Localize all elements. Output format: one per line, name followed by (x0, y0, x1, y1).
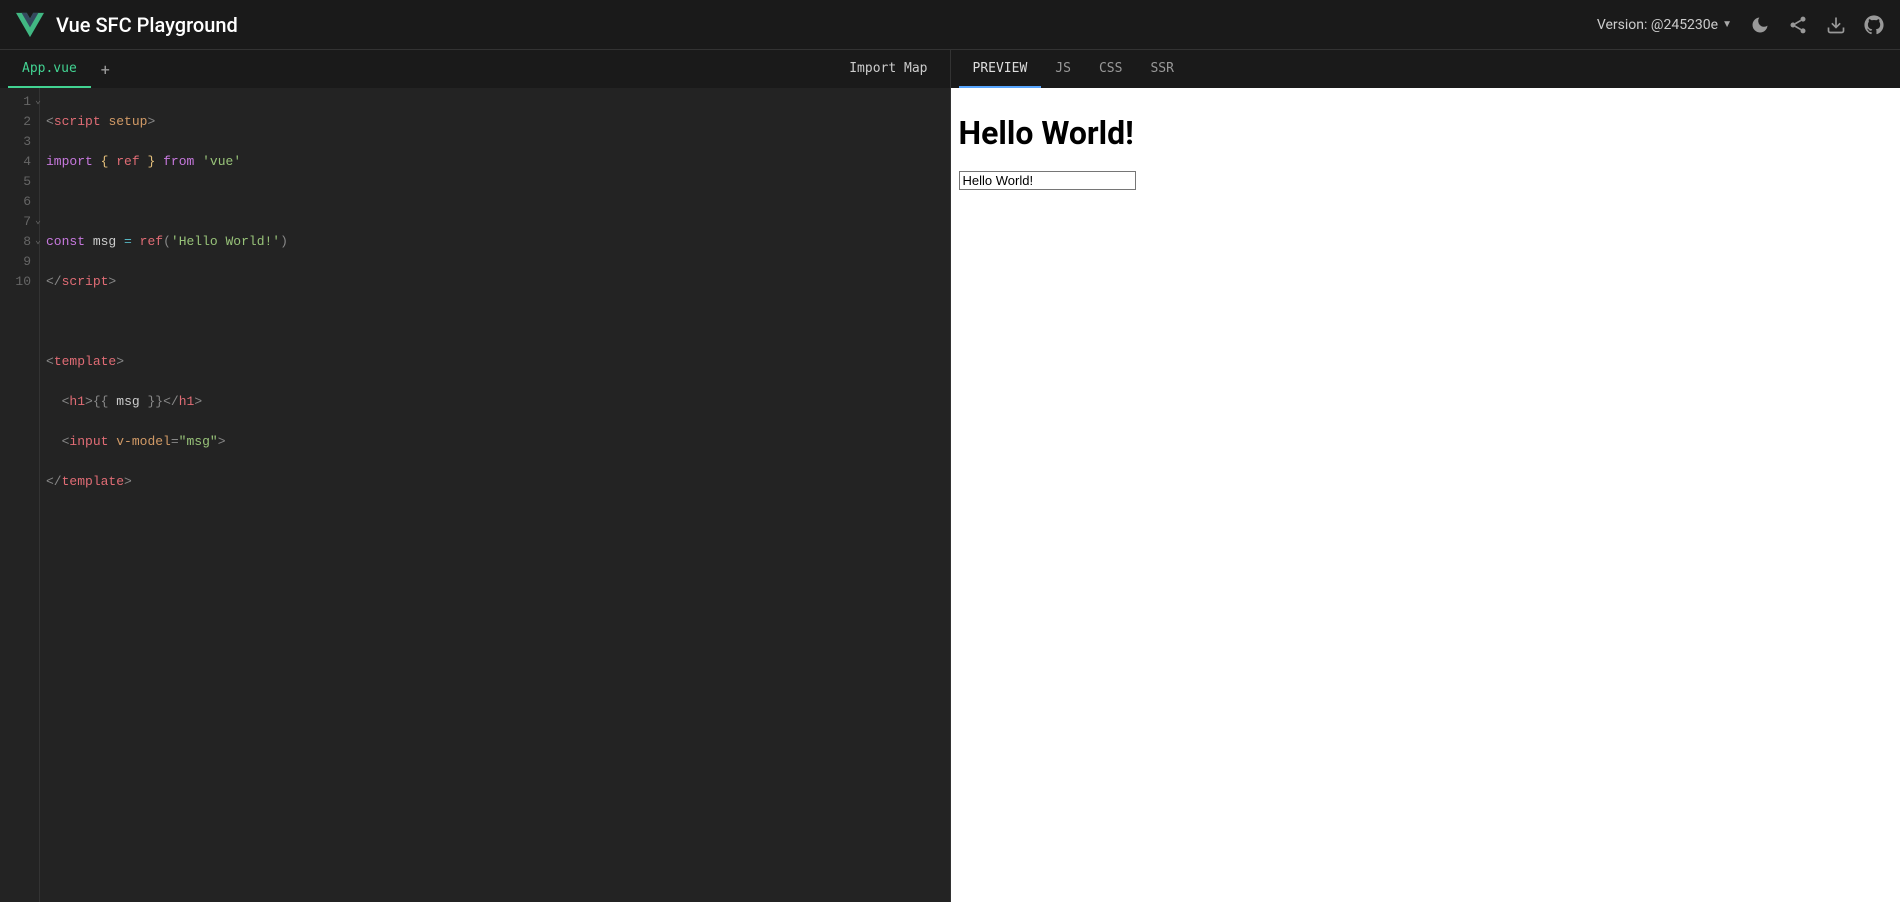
tab-preview[interactable]: PREVIEW (959, 50, 1042, 88)
version-selector[interactable]: Version: @245230e ▼ (1597, 17, 1732, 33)
editor-pane: App.vue + Import Map 1 2 3 4 5 6 7 8 9 1… (0, 50, 951, 902)
line-number: 1 (0, 92, 31, 112)
header-actions: Version: @245230e ▼ (1597, 15, 1884, 35)
github-icon[interactable] (1864, 15, 1884, 35)
add-file-button[interactable]: + (91, 50, 120, 88)
plus-icon: + (101, 60, 110, 79)
output-pane: PREVIEW JS CSS SSR Hello World! (951, 50, 1900, 902)
line-number: 7 (0, 212, 31, 232)
line-number: 6 (0, 192, 31, 212)
tab-app-vue[interactable]: App.vue (8, 50, 91, 88)
download-icon[interactable] (1826, 15, 1846, 35)
line-number: 9 (0, 252, 31, 272)
tab-import-map[interactable]: Import Map (835, 50, 941, 88)
preview-msg-input[interactable] (959, 171, 1136, 190)
line-number: 3 (0, 132, 31, 152)
app-header: Vue SFC Playground Version: @245230e ▼ (0, 0, 1900, 50)
main-split: App.vue + Import Map 1 2 3 4 5 6 7 8 9 1… (0, 50, 1900, 902)
vue-logo-icon (16, 11, 44, 39)
preview-heading: Hello World! (959, 114, 1893, 152)
line-number: 4 (0, 152, 31, 172)
line-number: 2 (0, 112, 31, 132)
line-number: 10 (0, 272, 31, 292)
tab-js[interactable]: JS (1041, 50, 1085, 88)
code-editor[interactable]: 1 2 3 4 5 6 7 8 9 10 <script setup> impo… (0, 88, 950, 902)
output-tabs: PREVIEW JS CSS SSR (951, 50, 1900, 88)
line-number: 8 (0, 232, 31, 252)
tab-ssr[interactable]: SSR (1136, 50, 1187, 88)
line-gutter: 1 2 3 4 5 6 7 8 9 10 (0, 88, 40, 902)
app-title: Vue SFC Playground (56, 13, 1597, 37)
tab-css[interactable]: CSS (1085, 50, 1136, 88)
version-label: Version: @245230e (1597, 17, 1718, 33)
chevron-down-icon: ▼ (1722, 19, 1732, 30)
preview-frame: Hello World! (951, 88, 1900, 902)
moon-icon[interactable] (1750, 15, 1770, 35)
line-number: 5 (0, 172, 31, 192)
code-content[interactable]: <script setup> import { ref } from 'vue'… (40, 88, 950, 902)
share-icon[interactable] (1788, 15, 1808, 35)
file-tabs: App.vue + Import Map (0, 50, 950, 88)
